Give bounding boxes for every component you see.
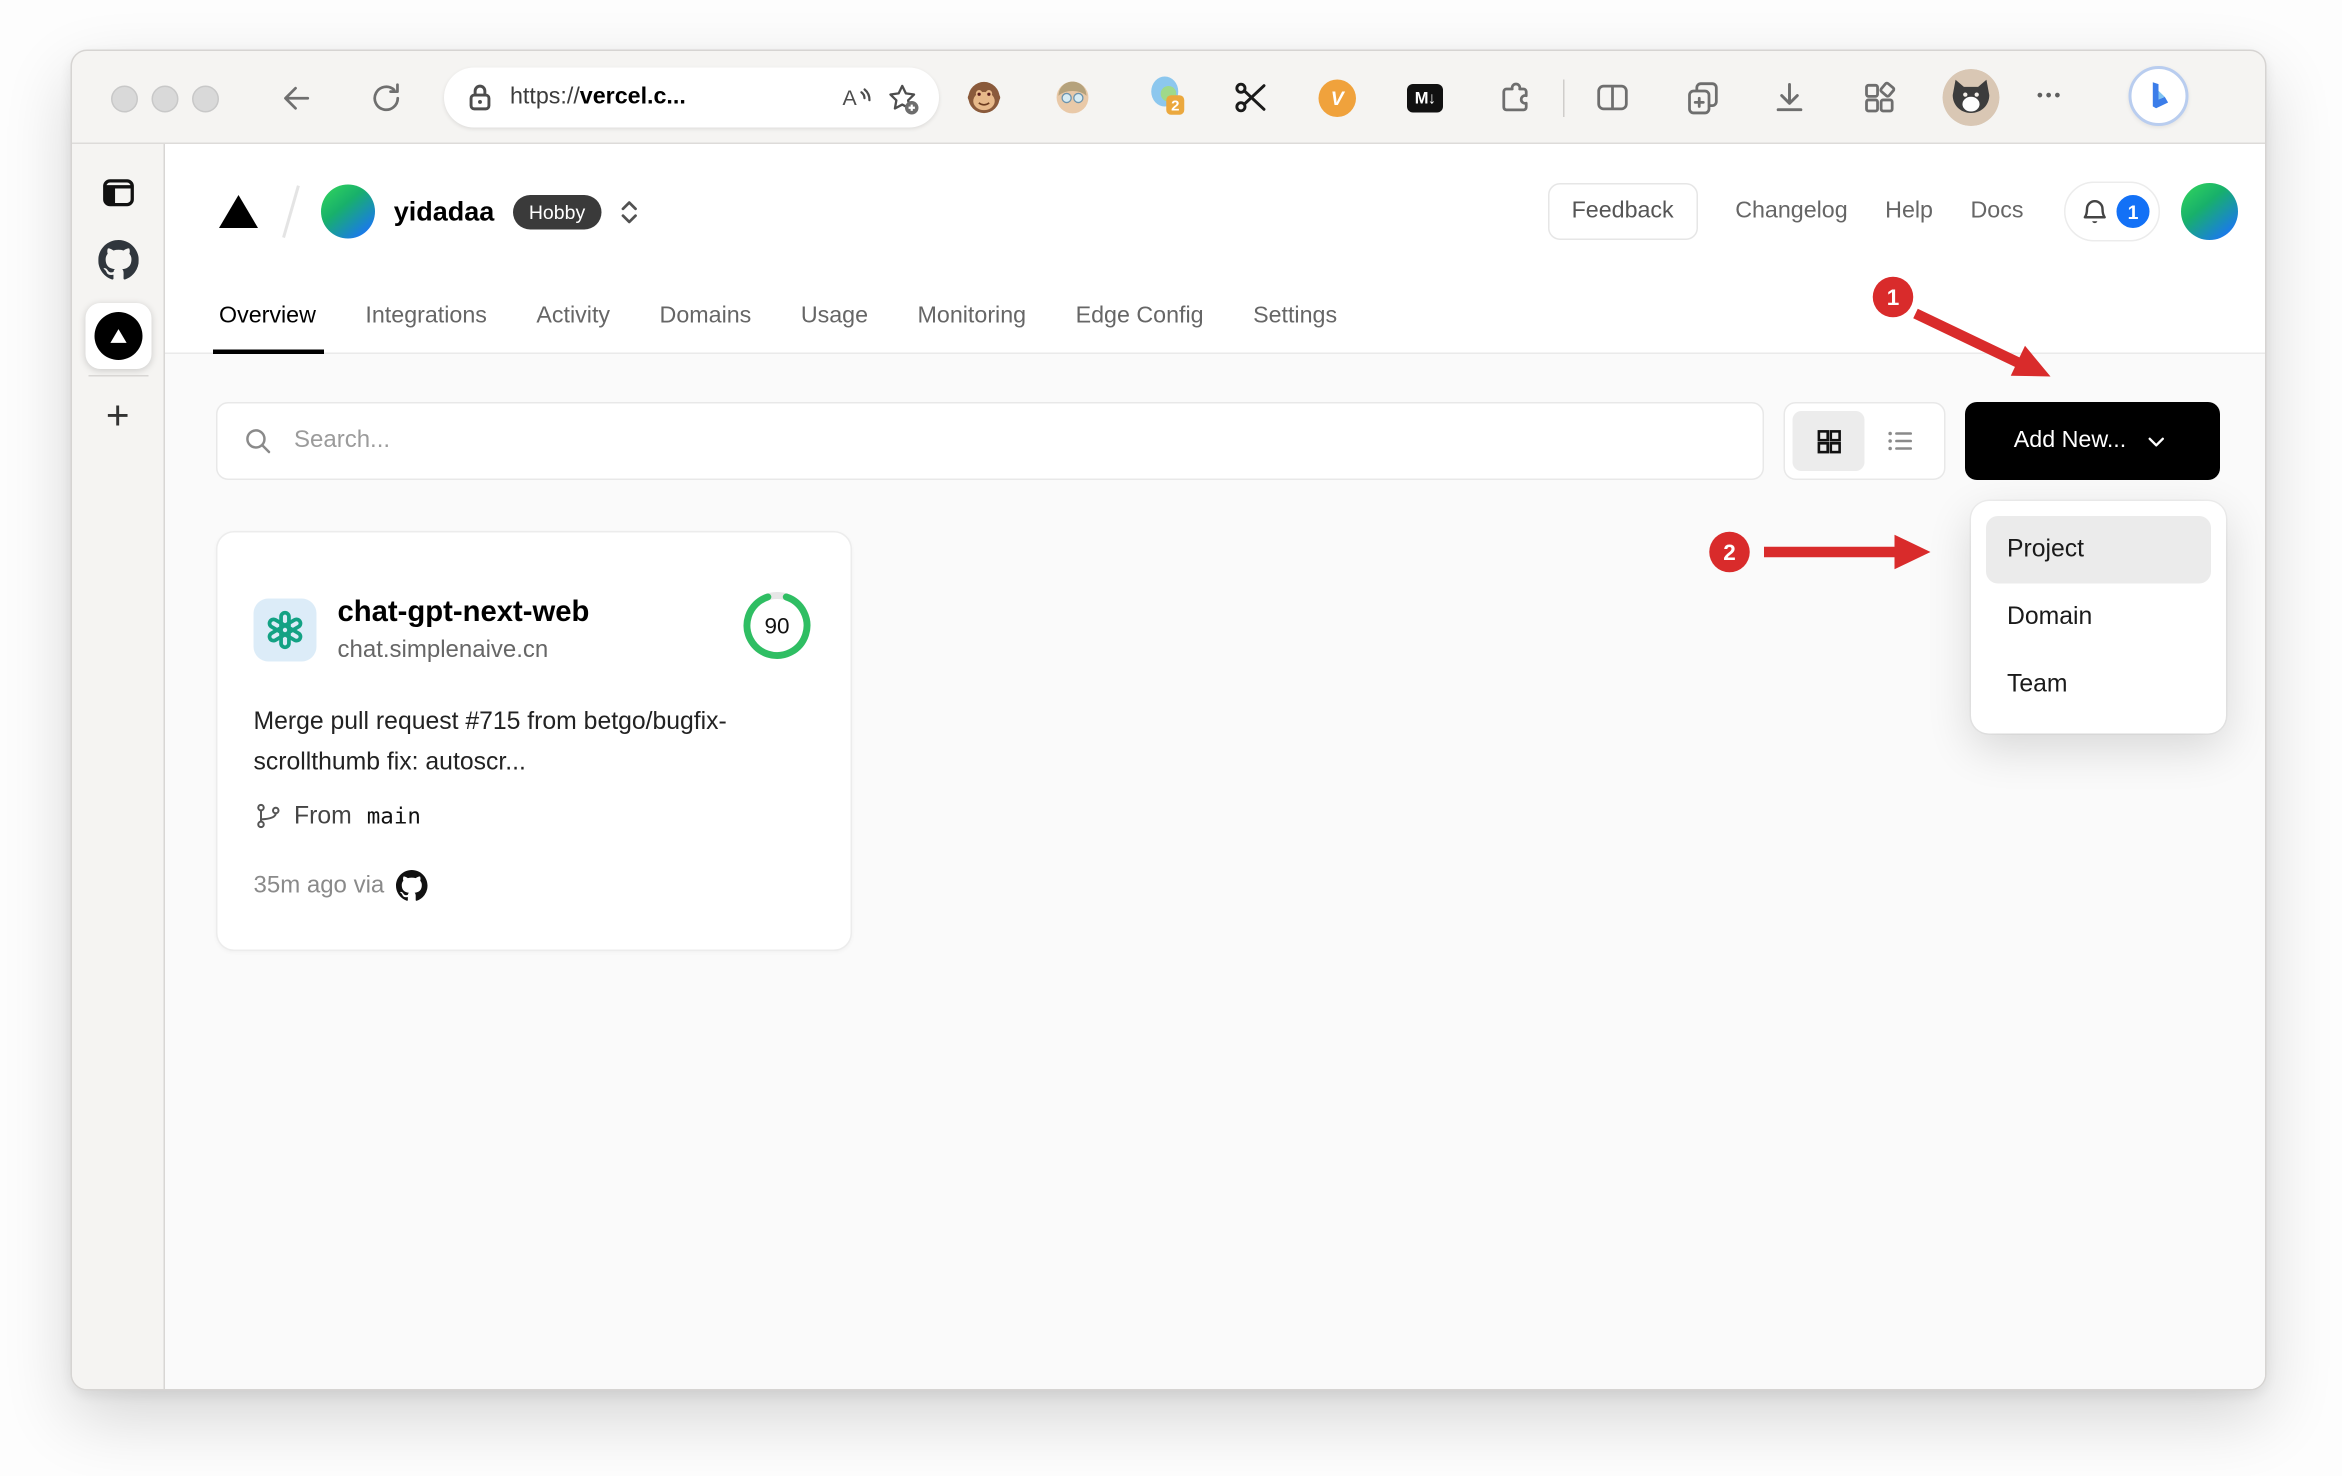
grid-view-button[interactable] <box>1792 411 1865 471</box>
markdown-extension-icon[interactable]: M↓ <box>1407 84 1443 113</box>
browser-menu-button[interactable]: ••• <box>2037 87 2063 105</box>
url-text: https://vercel.c... <box>510 84 686 110</box>
avatar-extension-icon[interactable] <box>1053 78 1092 117</box>
refresh-button[interactable] <box>368 80 404 116</box>
lock-icon <box>469 84 491 111</box>
browser-toolbar: https://vercel.c... A 2 V M↓ ••• <box>72 51 2265 144</box>
github-source-icon <box>396 870 428 901</box>
tab-edge-config[interactable]: Edge Config <box>1076 279 1204 353</box>
deploy-meta-row: 35m ago via <box>254 870 815 902</box>
extension-badge: 2 <box>1171 97 1179 114</box>
search-input[interactable] <box>291 426 1739 456</box>
add-new-button[interactable]: Add New... <box>1965 402 2220 480</box>
list-view-icon <box>1888 431 1913 451</box>
search-icon <box>246 429 271 454</box>
team-switcher-button[interactable] <box>617 193 643 231</box>
team-name: yidadaa <box>393 195 495 226</box>
downloads-icon[interactable] <box>1770 78 1809 117</box>
toolbar-divider <box>1563 79 1565 117</box>
tab-activity[interactable]: Activity <box>536 279 610 353</box>
tab-integrations[interactable]: Integrations <box>365 279 487 353</box>
svg-text:A: A <box>843 86 858 110</box>
docs-link[interactable]: Docs <box>1971 198 2024 225</box>
git-branch-icon <box>257 803 280 829</box>
team-avatar[interactable] <box>320 184 375 239</box>
split-screen-icon[interactable] <box>1593 78 1632 117</box>
changelog-link[interactable]: Changelog <box>1735 198 1847 225</box>
project-title-block: chat-gpt-next-web chat.simplenaive.cn <box>338 594 590 664</box>
notifications-button[interactable]: 1 <box>2064 181 2160 242</box>
window-minimize-button[interactable] <box>151 85 179 113</box>
branch-name: main <box>366 802 421 830</box>
plan-badge: Hobby <box>512 194 602 229</box>
chevron-up-down-icon <box>621 200 638 223</box>
branch-prefix: From <box>294 801 352 829</box>
menu-item-project[interactable]: Project <box>1986 516 2211 584</box>
project-card[interactable]: chat-gpt-next-web chat.simplenaive.cn 90 <box>216 531 852 951</box>
sidebar-item-vercel-active[interactable] <box>84 303 151 369</box>
add-new-dropdown-menu: Project Domain Team <box>1971 501 2226 734</box>
read-aloud-icon[interactable]: A <box>839 81 875 114</box>
menu-item-team[interactable]: Team <box>1986 651 2211 719</box>
browser-window: https://vercel.c... A 2 V M↓ ••• + yidad… <box>70 49 2267 1391</box>
dashboard-tabs: Overview Integrations Activity Domains U… <box>165 279 2265 354</box>
vercel-dashboard-page: yidadaa Hobby Feedback Changelog Help Do… <box>165 144 2265 1389</box>
extensions-puzzle-icon[interactable] <box>1496 78 1535 117</box>
tab-domains[interactable]: Domains <box>660 279 752 353</box>
video-downloader-extension-icon[interactable]: V <box>1318 79 1356 117</box>
tampermonkey-extension-icon[interactable] <box>965 78 1004 117</box>
collections-add-icon[interactable] <box>1683 78 1722 117</box>
list-view-button[interactable] <box>1865 411 1937 471</box>
tab-usage[interactable]: Usage <box>801 279 868 353</box>
sidebar-toggle-button[interactable] <box>99 174 137 212</box>
back-arrow-icon <box>283 86 309 109</box>
menu-item-domain[interactable]: Domain <box>1986 584 2211 652</box>
breadcrumb-slash <box>282 185 300 238</box>
sidebar-divider <box>88 375 149 377</box>
grid-view-icon <box>1816 429 1841 453</box>
openai-logo-icon <box>267 610 303 649</box>
tab-settings[interactable]: Settings <box>1253 279 1337 353</box>
refresh-icon <box>372 82 399 111</box>
address-bar[interactable]: https://vercel.c... A <box>444 67 939 128</box>
view-toggle-group <box>1783 402 1946 480</box>
scissors-extension-icon[interactable] <box>1232 78 1271 117</box>
profile-avatar[interactable] <box>1942 69 2000 126</box>
screen: https://vercel.c... A 2 V M↓ ••• + yidad… <box>0 0 2342 1476</box>
project-name[interactable]: chat-gpt-next-web <box>338 594 590 631</box>
tab-manager-extension-icon[interactable]: 2 <box>1148 75 1189 116</box>
notification-count-badge: 1 <box>2115 193 2151 230</box>
project-domain[interactable]: chat.simplenaive.cn <box>338 637 590 664</box>
tab-monitoring[interactable]: Monitoring <box>918 279 1027 353</box>
window-zoom-button[interactable] <box>192 85 219 113</box>
sidebar-item-github[interactable] <box>97 240 138 281</box>
bing-chat-icon[interactable] <box>2128 66 2189 126</box>
projects-overview: Add New... chat-gpt-next-web ch <box>165 354 2265 1389</box>
user-avatar[interactable] <box>2181 183 2238 240</box>
bell-icon <box>2083 199 2106 223</box>
edge-app-sidebar: + <box>72 144 165 1389</box>
feedback-button[interactable]: Feedback <box>1547 183 1698 240</box>
add-favorite-star-icon[interactable] <box>885 80 920 115</box>
vercel-logo-icon[interactable] <box>219 195 258 228</box>
score-value: 90 <box>764 614 789 639</box>
deploy-meta: 35m ago via <box>253 872 385 898</box>
apps-launcher-icon[interactable] <box>1860 78 1899 117</box>
search-box <box>216 402 1764 480</box>
project-favicon <box>253 597 317 661</box>
back-button[interactable] <box>278 80 314 116</box>
chevron-down-icon <box>2149 436 2165 446</box>
vercel-header: yidadaa Hobby Feedback Changelog Help Do… <box>165 144 2265 279</box>
score-ring[interactable]: 90 <box>740 588 815 671</box>
help-link[interactable]: Help <box>1885 198 1933 225</box>
commit-message: Merge pull request #715 from betgo/bugfi… <box>253 708 727 776</box>
tab-overview[interactable]: Overview <box>213 279 323 354</box>
window-close-button[interactable] <box>111 85 138 113</box>
github-icon <box>97 240 138 280</box>
branch-row: From main <box>254 801 815 831</box>
vercel-icon <box>93 312 142 360</box>
sidebar-add-button[interactable]: + <box>106 395 130 437</box>
